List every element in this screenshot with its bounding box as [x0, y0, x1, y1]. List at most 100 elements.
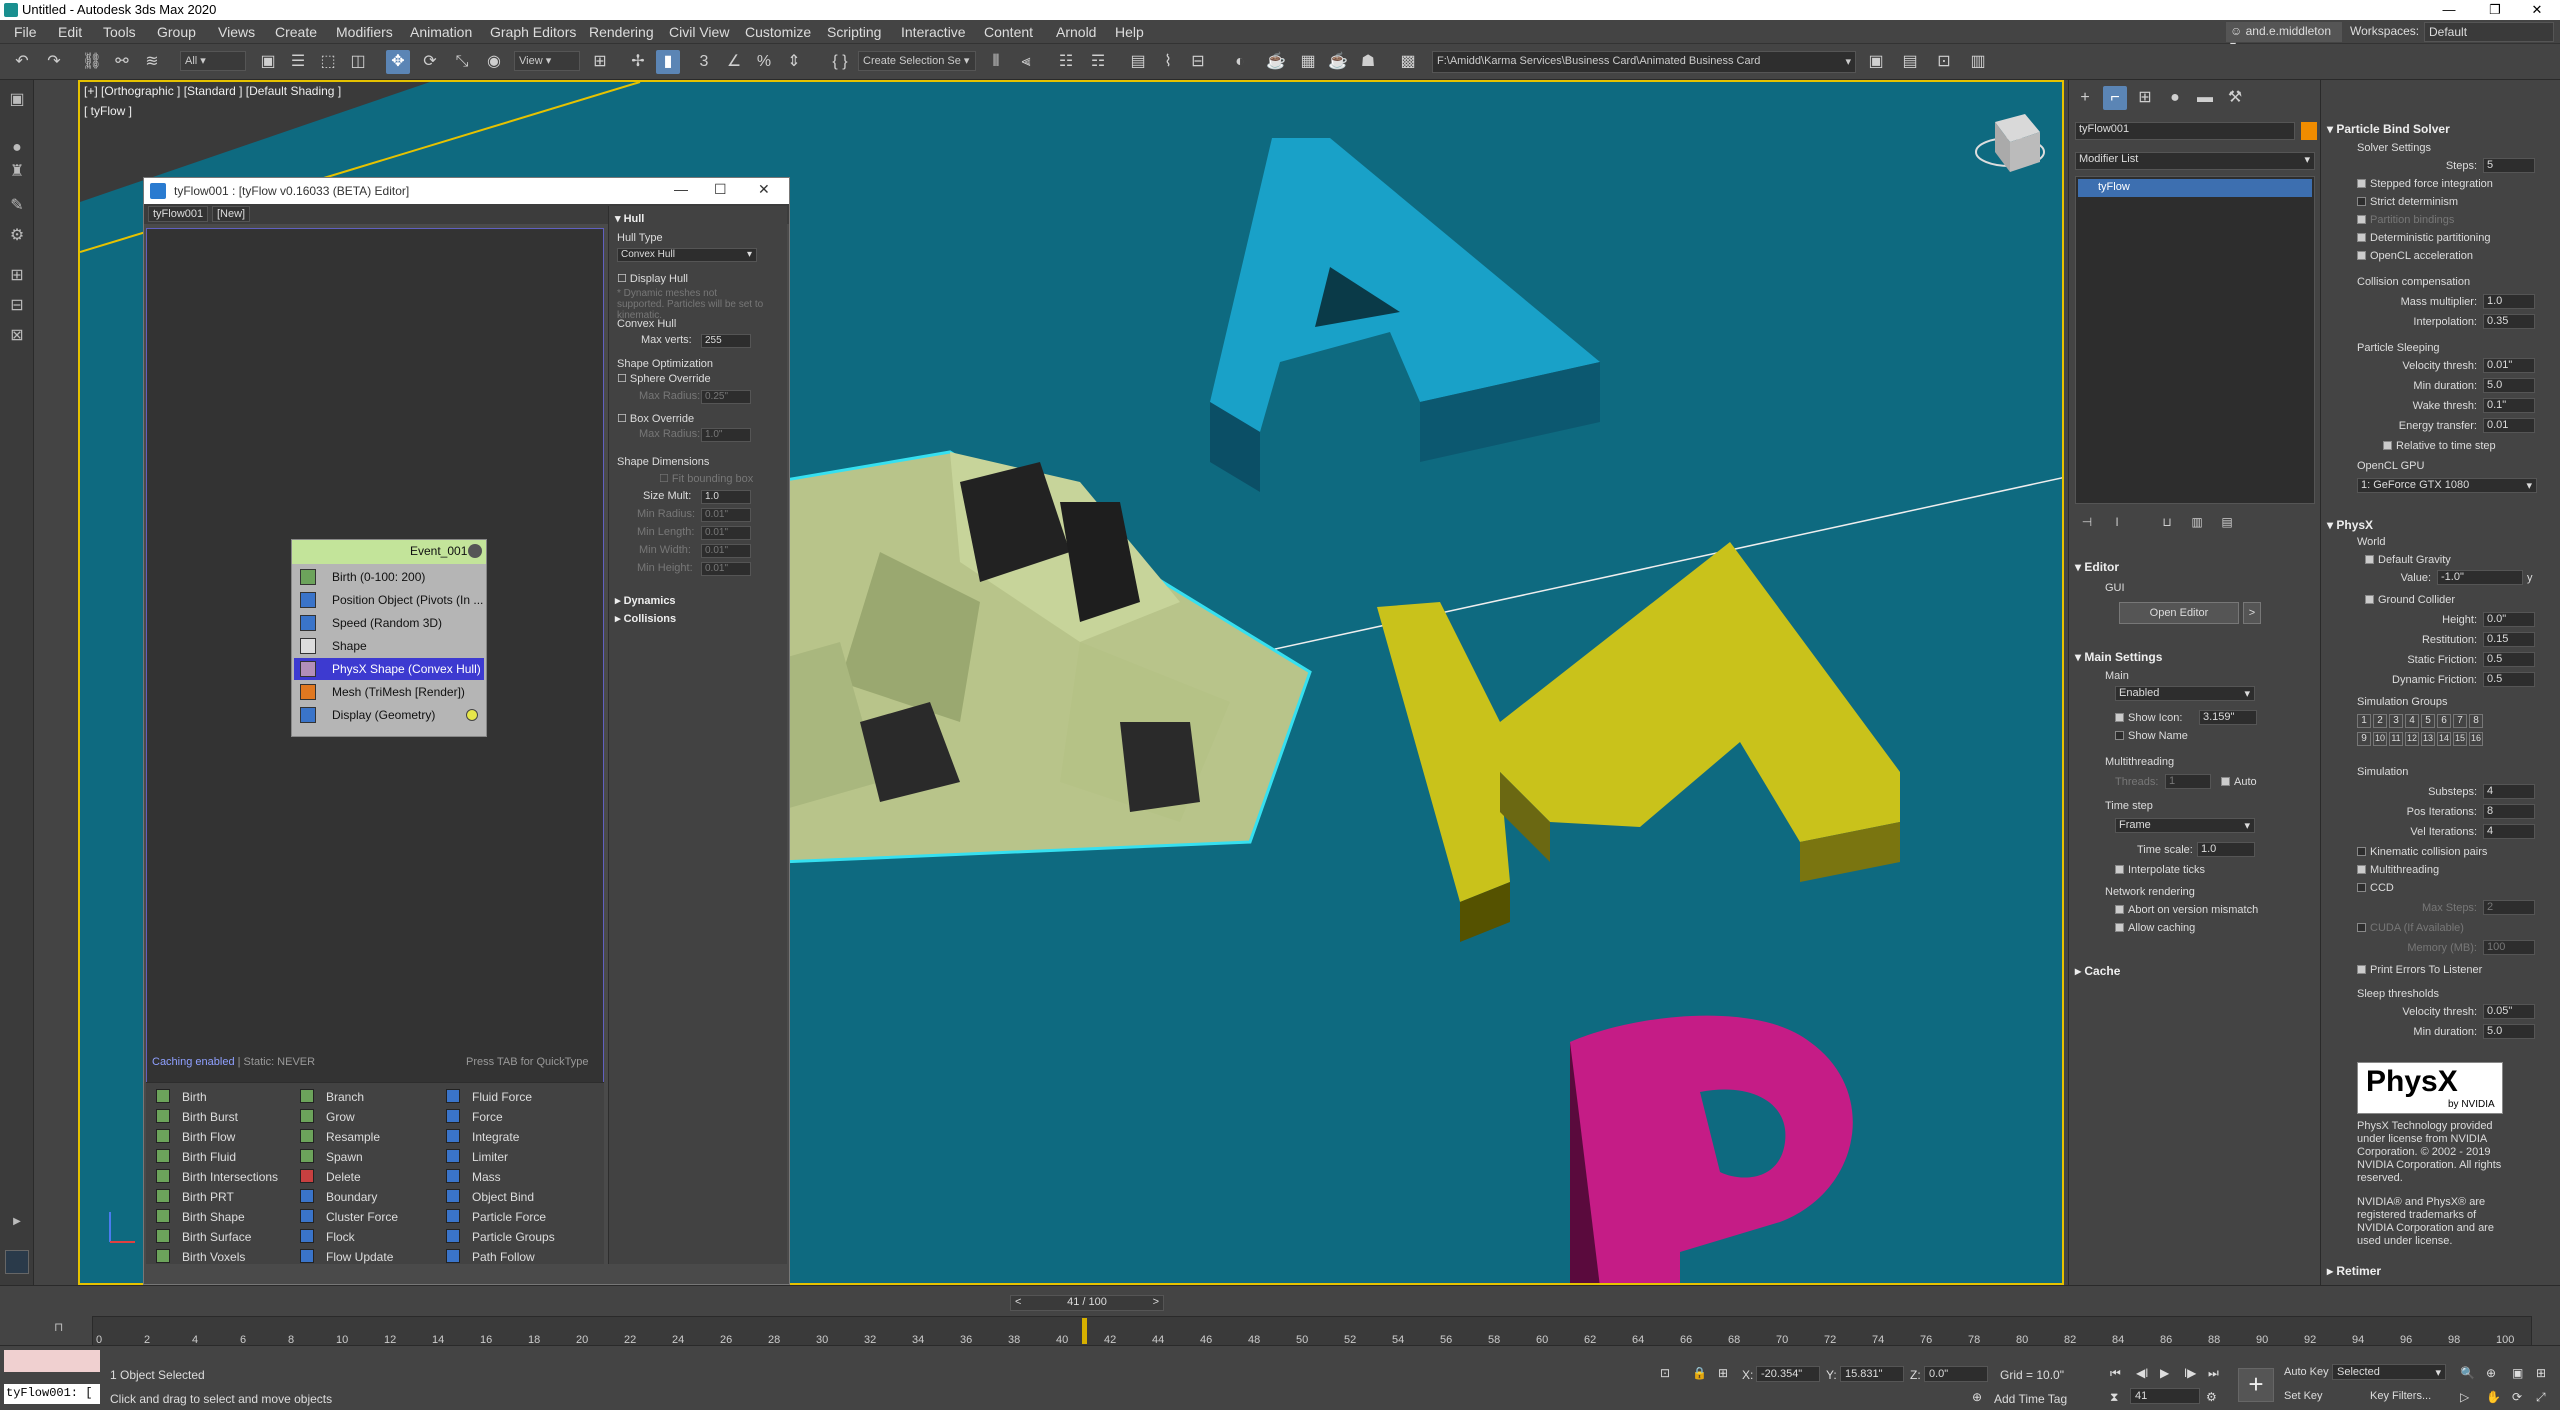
set-key-big-icon[interactable]: + — [2238, 1368, 2274, 1402]
palette-path-follow[interactable]: Path Follow — [446, 1247, 535, 1267]
undo-icon[interactable]: ↶ — [10, 50, 34, 74]
group-6[interactable]: 6 — [2437, 714, 2451, 728]
curve-editor-icon[interactable]: ⌇ — [1156, 50, 1180, 74]
palette-mass[interactable]: Mass — [446, 1167, 501, 1187]
letter-a-mesh[interactable]: A — [1210, 138, 1600, 492]
memory-field[interactable]: 100 — [2483, 940, 2535, 955]
tab-new[interactable]: [New] — [212, 206, 251, 222]
pos-iterations-field[interactable]: 8 — [2483, 804, 2535, 819]
zoom-extents-all-icon[interactable]: ⊞ — [2536, 1366, 2546, 1380]
group-4[interactable]: 4 — [2405, 714, 2419, 728]
palette-particle-force[interactable]: Particle Force — [446, 1207, 546, 1227]
pivot-center-icon[interactable]: ⊞ — [588, 50, 612, 74]
fit-bbox-checkbox[interactable]: ☐ Fit bounding box — [659, 472, 753, 485]
size-mult-field[interactable]: 1.0 — [701, 490, 751, 504]
isolate-icon[interactable]: ⊡ — [1660, 1366, 1670, 1380]
interpolation-field[interactable]: 0.35 — [2483, 314, 2535, 329]
configure-sets-icon[interactable]: ▤ — [2215, 510, 2239, 534]
workspaces-dropdown[interactable]: Default — [2424, 22, 2554, 42]
menu-group[interactable]: Group — [157, 24, 196, 40]
link-icon[interactable]: ⛓ — [80, 50, 104, 74]
restitution-field[interactable]: 0.15 — [2483, 632, 2535, 647]
gravity-value-field[interactable]: -1.0" — [2437, 570, 2523, 585]
palette-delete[interactable]: Delete — [300, 1167, 361, 1187]
edit-named-selection-icon[interactable]: { } — [828, 50, 852, 74]
toggle-ribbon-icon[interactable]: ▤ — [1126, 50, 1150, 74]
modifier-stack[interactable]: tyFlow — [2075, 176, 2315, 504]
tab-tyflow001[interactable]: tyFlow001 — [148, 206, 209, 222]
strict-determinism-checkbox[interactable]: Strict determinism — [2357, 196, 2458, 208]
menu-edit[interactable]: Edit — [58, 24, 82, 40]
min-length-field[interactable]: 0.01" — [701, 526, 751, 540]
asset-tracking-icon[interactable]: ⊡ — [1932, 50, 1956, 74]
auto-key-button[interactable]: Auto Key — [2280, 1364, 2333, 1382]
expand-arrow-icon[interactable]: ▶ — [5, 1210, 29, 1234]
event-node[interactable]: Event_001 Birth (0-100: 200) Position Ob… — [291, 539, 487, 737]
display-tab-icon[interactable]: ▬ — [2193, 86, 2217, 110]
editor-title-bar[interactable]: tyFlow001 : [tyFlow v0.16033 (BETA) Edit… — [144, 178, 789, 204]
tyflow-editor-window[interactable]: tyFlow001 : [tyFlow v0.16033 (BETA) Edit… — [143, 177, 790, 1285]
close-button[interactable]: ✕ — [2514, 0, 2560, 20]
palette-flow-update[interactable]: Flow Update — [300, 1247, 393, 1267]
selected-dropdown[interactable]: Selected ▾ — [2332, 1364, 2446, 1380]
default-gravity-checkbox[interactable]: Default Gravity — [2365, 554, 2451, 566]
keyboard-shortcut-override-icon[interactable]: ▮ — [656, 50, 680, 74]
project-path-field[interactable]: F:\Amidd\Karma Services\Business Card\An… — [1432, 51, 1856, 73]
kinematic-pairs-checkbox[interactable]: Kinematic collision pairs — [2357, 846, 2487, 858]
palette-birth-prt[interactable]: Birth PRT — [156, 1187, 234, 1207]
menu-arnold[interactable]: Arnold — [1056, 24, 1096, 40]
play-icon[interactable]: ▶ — [2160, 1366, 2169, 1380]
menu-help[interactable]: Help — [1115, 24, 1144, 40]
zoom-all-icon[interactable]: ⊕ — [2486, 1366, 2496, 1380]
multithreading-checkbox[interactable]: Multithreading — [2357, 864, 2439, 876]
create-tab-icon[interactable]: + — [2073, 86, 2097, 110]
open-editor-button[interactable]: Open Editor — [2119, 602, 2239, 624]
redo-icon[interactable]: ↷ — [42, 50, 66, 74]
goto-end-icon[interactable]: ⏭ — [2208, 1366, 2219, 1381]
letter-m-mesh[interactable] — [1377, 542, 1900, 942]
fov-icon[interactable]: ▷ — [2460, 1390, 2469, 1404]
threads-field[interactable]: 1 — [2165, 774, 2211, 789]
show-icon-checkbox[interactable]: Show Icon: — [2115, 712, 2182, 724]
time-config-icon[interactable]: ⚙ — [2206, 1390, 2217, 1404]
pin-stack-icon[interactable]: ⊣ — [2075, 510, 2099, 534]
auto-checkbox[interactable]: Auto — [2221, 776, 2257, 788]
time-slider-next[interactable]: > — [1153, 1296, 1159, 1308]
set-project-icon[interactable]: ▤ — [1898, 50, 1922, 74]
select-by-name-icon[interactable]: ☰ — [286, 50, 310, 74]
operator-display[interactable]: Display (Geometry) — [294, 704, 484, 726]
open-editor-arrow-button[interactable]: > — [2243, 602, 2261, 624]
place-icon[interactable]: ◉ — [482, 50, 506, 74]
palette-birth-voxels[interactable]: Birth Voxels — [156, 1247, 245, 1267]
show-end-result-icon[interactable]: ǀ — [2105, 510, 2129, 534]
min-height-field[interactable]: 0.01" — [701, 562, 751, 576]
substeps-field[interactable]: 4 — [2483, 784, 2535, 799]
letter-p-mesh[interactable] — [1570, 1015, 1853, 1285]
menu-file[interactable]: File — [14, 24, 37, 40]
create-teapot-icon[interactable]: ♜ — [5, 160, 29, 184]
event-toggle-icon[interactable] — [468, 544, 482, 558]
interpolate-ticks-checkbox[interactable]: Interpolate ticks — [2115, 864, 2205, 876]
schematic-view-icon[interactable]: ⊟ — [1186, 50, 1210, 74]
group-7[interactable]: 7 — [2453, 714, 2467, 728]
operator-shape[interactable]: Shape — [294, 635, 484, 657]
group-14[interactable]: 14 — [2437, 732, 2451, 746]
render-iterative-icon[interactable]: ☗ — [1356, 50, 1380, 74]
project-folder-icon[interactable]: ▣ — [1864, 50, 1888, 74]
maxscript-listener-pink[interactable] — [4, 1350, 100, 1372]
palette-grow[interactable]: Grow — [300, 1107, 355, 1127]
box-override-checkbox[interactable]: ☐ Box Override — [617, 412, 694, 425]
prev-frame-icon[interactable]: ◀ǀ — [2136, 1366, 2148, 1380]
group-15[interactable]: 15 — [2453, 732, 2467, 746]
palette-particle-groups[interactable]: Particle Groups — [446, 1227, 555, 1247]
palette-resample[interactable]: Resample — [300, 1127, 380, 1147]
palette-birth-fluid[interactable]: Birth Fluid — [156, 1147, 236, 1167]
x-coordinate-field[interactable]: -20.354" — [1756, 1366, 1820, 1382]
min-radius-field[interactable]: 0.01" — [701, 508, 751, 522]
select-manipulate-icon[interactable]: ✢ — [626, 50, 650, 74]
static-friction-field[interactable]: 0.5 — [2483, 652, 2535, 667]
hierarchy-icon[interactable]: ⊞ — [5, 264, 29, 288]
group-13[interactable]: 13 — [2421, 732, 2435, 746]
view-cube[interactable] — [1975, 114, 2045, 172]
max-verts-field[interactable]: 255 — [701, 334, 751, 348]
